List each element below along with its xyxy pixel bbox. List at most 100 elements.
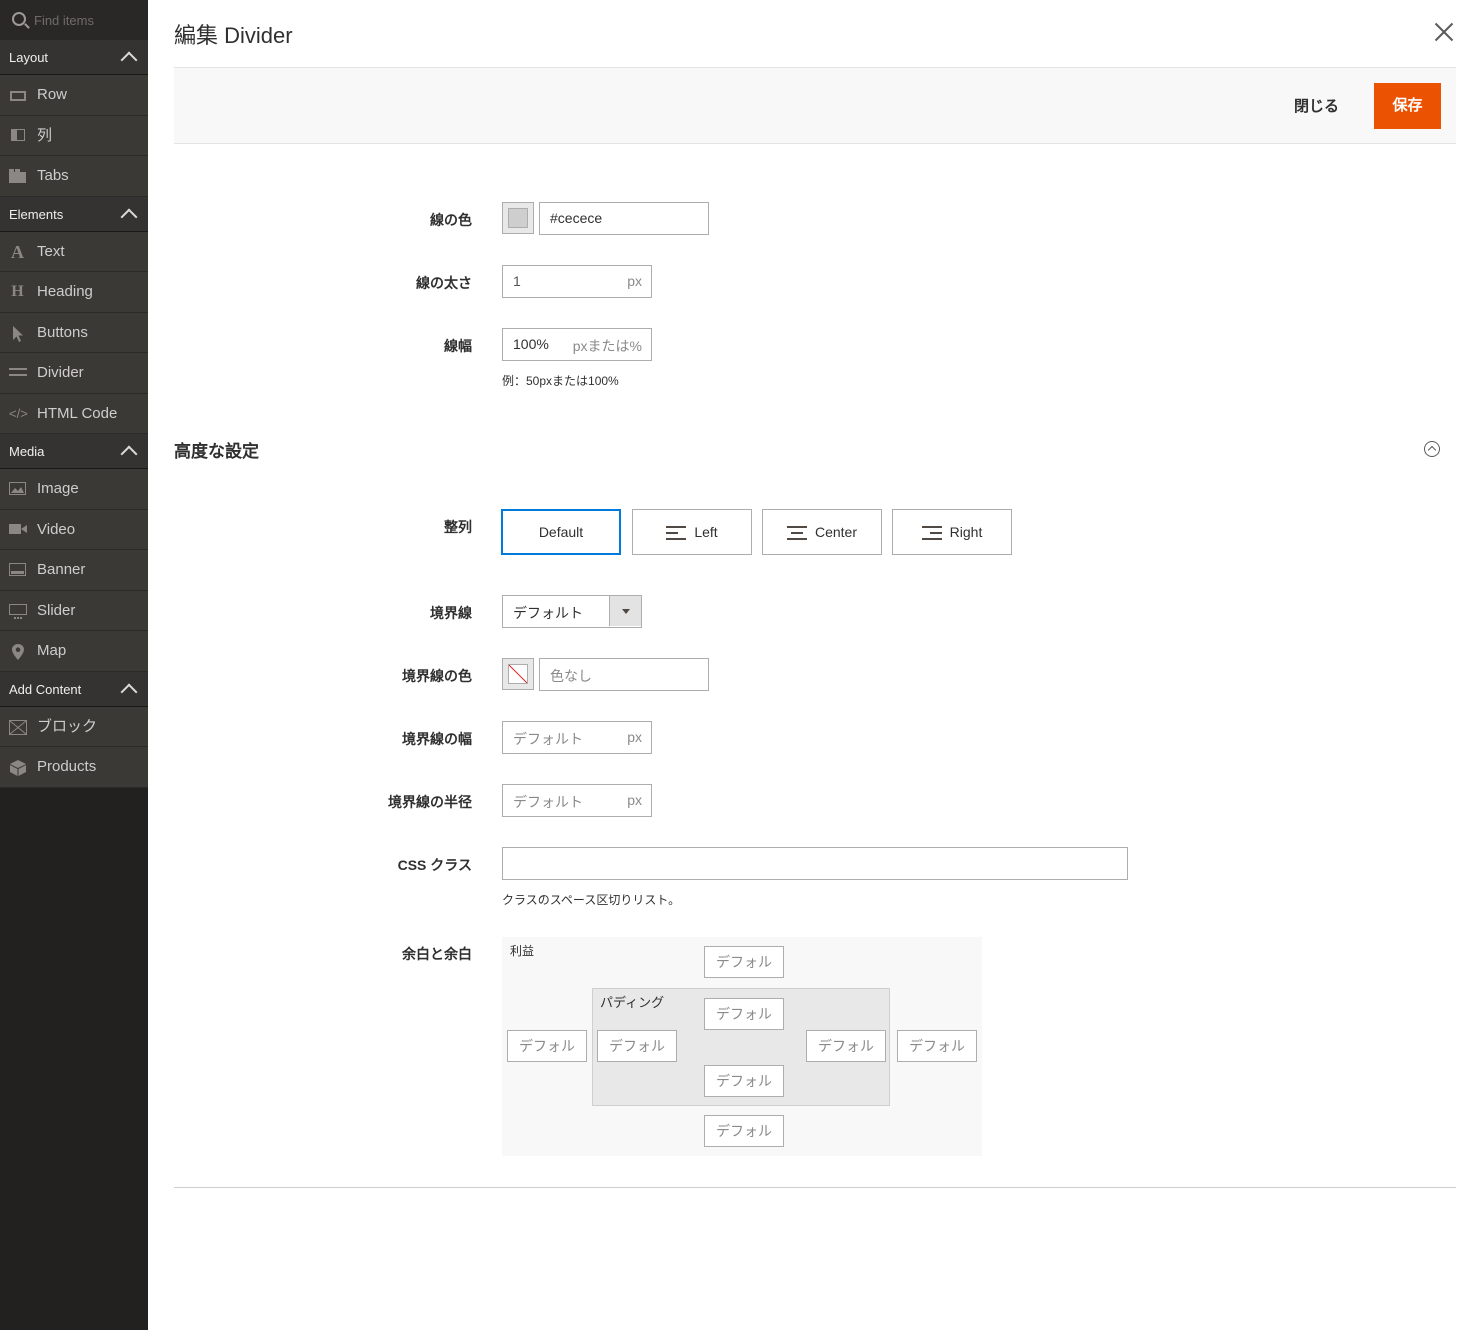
border-color-label: 境界線の色: [402, 668, 472, 684]
padding-left-input[interactable]: デフォル: [597, 1030, 677, 1062]
padding-area: パディング デフォル デフォル デフォル デフォル: [592, 988, 890, 1106]
align-label: Left: [694, 524, 718, 540]
margin-bottom-input[interactable]: デフォル: [704, 1115, 784, 1147]
tabs-icon: [9, 169, 26, 183]
collapse-icon[interactable]: [1424, 441, 1440, 457]
unit-label: px: [627, 792, 642, 808]
line-color-value: #cecece: [550, 210, 603, 226]
line-width-input[interactable]: 100% pxまたは%: [502, 328, 652, 361]
alignment-label: 整列: [444, 519, 472, 535]
border-radius-input[interactable]: デフォルト px: [502, 784, 652, 817]
sidebar-item-tabs[interactable]: Tabs: [0, 156, 148, 197]
sidebar-item-row[interactable]: Row: [0, 75, 148, 116]
divider-icon: [9, 366, 27, 380]
search-input[interactable]: [34, 10, 139, 30]
chevron-up-icon: [120, 683, 138, 700]
text-icon: A: [11, 241, 24, 262]
align-label: Right: [949, 524, 983, 540]
image-icon: [9, 482, 26, 496]
edit-modal: 編集 Divider 閉じる 保存 線の色 #cecece 線の太さ 1 px 線…: [148, 0, 1482, 1330]
close-icon[interactable]: [1434, 22, 1454, 42]
align-center-button[interactable]: Center: [762, 509, 882, 555]
divider-line: [174, 1187, 1456, 1188]
border-select[interactable]: デフォルト: [502, 595, 642, 628]
group-header-layout[interactable]: Layout: [0, 40, 148, 75]
products-icon: [9, 760, 26, 776]
line-width-value: 100%: [513, 336, 549, 352]
sidebar-item-text[interactable]: A Text: [0, 231, 148, 272]
border-color-input[interactable]: 色なし: [539, 658, 709, 691]
align-label: Center: [814, 524, 858, 540]
chevron-up-icon: [120, 208, 138, 225]
sidebar-search: [0, 0, 148, 40]
border-color-placeholder: 色なし: [550, 668, 592, 684]
css-class-input[interactable]: [502, 847, 1128, 880]
group-header-media[interactable]: Media: [0, 434, 148, 469]
align-right-button[interactable]: Right: [892, 509, 1012, 555]
line-color-input[interactable]: #cecece: [539, 202, 709, 235]
sidebar-item-image[interactable]: Image: [0, 469, 148, 510]
save-button[interactable]: 保存: [1374, 83, 1441, 129]
align-center-icon: [786, 526, 807, 541]
line-color-swatch[interactable]: [502, 202, 534, 234]
border-width-label: 境界線の幅: [402, 731, 472, 747]
line-thickness-input[interactable]: 1 px: [502, 265, 652, 298]
sidebar-item-divider[interactable]: Divider: [0, 353, 148, 394]
sidebar-item-heading[interactable]: H Heading: [0, 272, 148, 313]
sidebar-item-label: HTML Code: [37, 404, 118, 422]
chevron-down-icon: [609, 596, 641, 626]
group-label: Media: [9, 444, 45, 459]
border-width-input[interactable]: デフォルト px: [502, 721, 652, 754]
sidebar-item-map[interactable]: Map: [0, 631, 148, 672]
slider-icon: [9, 603, 27, 619]
close-button[interactable]: 閉じる: [1294, 95, 1339, 116]
sidebar-item-products[interactable]: Products: [0, 747, 148, 788]
line-width-label: 線幅: [444, 338, 472, 354]
sidebar-item-block[interactable]: ブロック: [0, 706, 148, 747]
sidebar-item-banner[interactable]: Banner: [0, 550, 148, 591]
sidebar-item-column[interactable]: 列: [0, 115, 148, 156]
border-color-swatch[interactable]: [502, 658, 534, 690]
sidebar: Layout Row 列 Tabs Elements A Text H Headin…: [0, 0, 148, 1330]
border-radius-placeholder: デフォルト: [513, 794, 583, 810]
no-color-icon: [509, 665, 527, 683]
border-radius-label: 境界線の半径: [388, 794, 472, 810]
border-width-placeholder: デフォルト: [513, 731, 583, 747]
line-width-note: 例：50pxまたは100%: [502, 374, 619, 388]
heading-icon: H: [11, 283, 24, 300]
margin-left-input[interactable]: デフォル: [507, 1030, 587, 1062]
align-left-button[interactable]: Left: [632, 509, 752, 555]
row-icon: [10, 91, 26, 101]
sidebar-item-label: 列: [37, 126, 53, 144]
sidebar-item-video[interactable]: Video: [0, 509, 148, 550]
advanced-settings-title[interactable]: 高度な設定: [174, 437, 259, 462]
margin-right-input[interactable]: デフォル: [897, 1030, 977, 1062]
css-class-label: CSS クラス: [397, 857, 472, 873]
border-label: 境界線: [430, 605, 472, 621]
sidebar-item-label: Text: [37, 242, 65, 260]
padding-right-input[interactable]: デフォル: [806, 1030, 886, 1062]
padding-label: パディング: [600, 995, 665, 1010]
chevron-up-icon: [120, 51, 138, 69]
search-icon: [12, 12, 26, 26]
padding-top-input[interactable]: デフォル: [704, 998, 784, 1030]
line-color-label: 線の色: [430, 212, 472, 228]
sidebar-item-label: Divider: [37, 364, 84, 381]
sidebar-item-label: Map: [37, 642, 67, 659]
align-default-button[interactable]: Default: [501, 509, 621, 555]
block-icon: [9, 719, 27, 735]
border-select-value: デフォルト: [513, 605, 583, 621]
chevron-up-icon: [120, 445, 138, 463]
group-header-add-content[interactable]: Add Content: [0, 671, 148, 707]
css-class-note: クラスのスペース区切りリスト。: [502, 893, 681, 907]
align-label: Default: [538, 524, 584, 540]
group-header-elements[interactable]: Elements: [0, 196, 148, 232]
sidebar-item-slider[interactable]: Slider: [0, 590, 148, 631]
spacing-editor: 利益 デフォル デフォル デフォル デフォル パディング デフォル デフォル デ…: [502, 937, 982, 1156]
margin-top-input[interactable]: デフォル: [704, 946, 784, 978]
unit-label: pxまたは%: [572, 338, 642, 354]
padding-bottom-input[interactable]: デフォル: [704, 1065, 784, 1097]
code-icon: </>: [9, 405, 28, 421]
sidebar-item-html-code[interactable]: </> HTML Code: [0, 393, 148, 434]
sidebar-item-buttons[interactable]: Buttons: [0, 312, 148, 353]
